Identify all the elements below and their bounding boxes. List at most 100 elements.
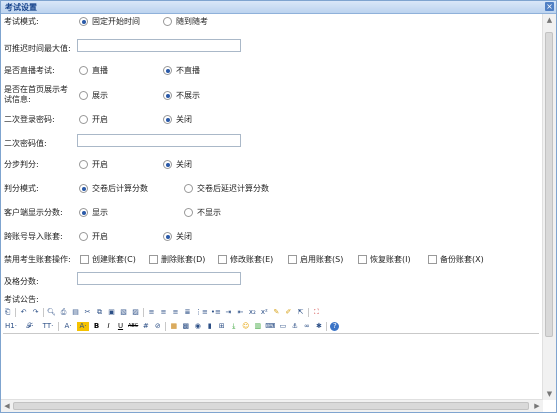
fullscreen-icon[interactable]: ⇱ xyxy=(296,308,305,317)
scroll-down-icon[interactable]: ▼ xyxy=(543,388,556,400)
checkbox-edit[interactable]: 修改账套(E) xyxy=(218,254,273,265)
media-icon[interactable]: ▮ xyxy=(205,322,214,331)
align-center-icon[interactable]: ≡ xyxy=(159,308,168,317)
radio-client-hide[interactable]: 不显示 xyxy=(184,207,221,218)
preview-icon[interactable]: 🔍︎ xyxy=(47,308,56,317)
label-announcement: 考试公告: xyxy=(4,295,39,304)
radio-label: 随到随考 xyxy=(176,17,208,26)
vertical-scrollbar[interactable]: ▲ ▼ xyxy=(542,14,556,400)
hilitecolor-icon[interactable]: A· xyxy=(77,321,89,331)
paste-text-icon[interactable]: ▧ xyxy=(119,308,128,317)
radio-grade-delayed[interactable]: 交卷后延迟计算分数 xyxy=(184,183,269,194)
vertical-scroll-thumb[interactable] xyxy=(545,32,553,337)
checkbox-delete[interactable]: 删除账套(D) xyxy=(149,254,205,265)
map-icon[interactable]: ▥ xyxy=(253,322,262,331)
line-height-icon[interactable]: # xyxy=(141,322,150,331)
radio-label: 不展示 xyxy=(176,91,200,100)
print-icon[interactable]: ⎙ xyxy=(59,308,68,317)
heading-icon[interactable]: H1· xyxy=(3,322,19,331)
strikethrough-icon[interactable]: ABC xyxy=(128,322,138,331)
radio-dot xyxy=(163,115,172,124)
radio-label: 直播 xyxy=(92,66,108,75)
radio-second-pwd-off[interactable]: 关闭 xyxy=(163,114,192,125)
checkbox-enable[interactable]: 启用账套(S) xyxy=(288,254,343,265)
outdent-icon[interactable]: ⇤ xyxy=(236,308,245,317)
radio-homepage-hide[interactable]: 不展示 xyxy=(163,90,200,101)
close-icon[interactable]: × xyxy=(545,2,554,11)
scroll-up-icon[interactable]: ▲ xyxy=(543,14,556,26)
copy-icon[interactable]: ⧉ xyxy=(95,308,104,317)
align-justify-icon[interactable]: ≣ xyxy=(183,308,192,317)
second-pwd-value-input[interactable] xyxy=(77,134,241,147)
radio-dot xyxy=(79,115,88,124)
multi-image-icon[interactable]: ▩ xyxy=(181,322,190,331)
checkbox-restore[interactable]: 恢复账套(I) xyxy=(358,254,411,265)
radio-grade-on-submit[interactable]: 交卷后计算分数 xyxy=(79,183,148,194)
radio-cross-off[interactable]: 关闭 xyxy=(163,231,192,242)
checkbox-box xyxy=(428,255,437,264)
checkbox-label: 恢复账套(I) xyxy=(370,255,411,264)
toolbar-separator xyxy=(326,321,328,331)
clear-format-icon[interactable]: ✎ xyxy=(272,308,281,317)
forecolor-icon[interactable]: A· xyxy=(62,322,74,331)
italic-icon[interactable]: I xyxy=(104,322,113,331)
special-char-icon[interactable]: ✱ xyxy=(314,322,323,331)
horizontal-scrollbar[interactable]: ◀ ▶ xyxy=(1,399,543,412)
link-icon[interactable]: ∞ xyxy=(302,322,311,331)
select-all-icon[interactable]: ✐ xyxy=(284,308,293,317)
checkbox-backup[interactable]: 备份账套(X) xyxy=(428,254,484,265)
template-icon[interactable]: ▤ xyxy=(71,308,80,317)
emotion-icon[interactable]: ☺ xyxy=(241,322,250,331)
scroll-right-icon[interactable]: ▶ xyxy=(531,400,543,412)
radio-live-off[interactable]: 不直播 xyxy=(163,65,200,76)
radio-client-show[interactable]: 显示 xyxy=(79,207,108,218)
code-icon[interactable]: ⌨ xyxy=(265,322,275,331)
image-icon[interactable]: ▦ xyxy=(169,322,178,331)
label-second-pwd-value: 二次密码值: xyxy=(4,139,47,148)
paste-word-icon[interactable]: ▨ xyxy=(131,308,140,317)
paste-icon[interactable]: ▣ xyxy=(107,308,116,317)
font-icon[interactable]: 𝓕· xyxy=(22,322,38,331)
font-size-icon[interactable]: TT· xyxy=(41,322,55,331)
indent-icon[interactable]: ⇥ xyxy=(224,308,233,317)
radio-second-pwd-on[interactable]: 开启 xyxy=(79,114,108,125)
anchor-icon[interactable]: ⚓ xyxy=(290,322,299,331)
radio-dot xyxy=(184,184,193,193)
radio-step-on[interactable]: 开启 xyxy=(79,159,108,170)
toolbar-separator xyxy=(43,307,44,317)
pagebreak-icon[interactable]: ▭ xyxy=(278,322,287,331)
radio-live-on[interactable]: 直播 xyxy=(79,65,108,76)
radio-step-off[interactable]: 关闭 xyxy=(163,159,192,170)
radio-homepage-show[interactable]: 展示 xyxy=(79,90,108,101)
row-exam-mode: 考试模式: 固定开始时间 随到随考 xyxy=(1,14,541,26)
align-right-icon[interactable]: ≡ xyxy=(171,308,180,317)
undo-icon[interactable]: ↶ xyxy=(19,308,28,317)
checkbox-create[interactable]: 创建账套(C) xyxy=(80,254,136,265)
scroll-left-icon[interactable]: ◀ xyxy=(1,400,13,412)
unordered-list-icon[interactable]: •≡ xyxy=(211,308,221,317)
cut-icon[interactable]: ✂ xyxy=(83,308,92,317)
ordered-list-icon[interactable]: ⋮≡ xyxy=(195,308,208,317)
radio-dot xyxy=(79,91,88,100)
bold-icon[interactable]: B xyxy=(92,322,101,331)
about-icon[interactable]: ? xyxy=(330,321,340,331)
radio-anytime[interactable]: 随到随考 xyxy=(163,16,208,27)
horizontal-scroll-thumb[interactable] xyxy=(13,402,529,410)
subscript-icon[interactable]: x₂ xyxy=(248,308,257,317)
maximize-icon[interactable]: ⛶ xyxy=(312,308,321,317)
max-delay-input[interactable] xyxy=(77,39,241,52)
redo-icon[interactable]: ↷ xyxy=(31,308,40,317)
announcement-editor[interactable] xyxy=(3,333,539,386)
underline-icon[interactable]: U xyxy=(116,322,125,331)
hr-icon[interactable]: ⤓ xyxy=(229,322,238,331)
radio-fixed-start[interactable]: 固定开始时间 xyxy=(79,16,140,27)
align-left-icon[interactable]: ≡ xyxy=(147,308,156,317)
table-icon[interactable]: ⊞ xyxy=(217,322,226,331)
pass-score-input[interactable] xyxy=(77,272,241,285)
source-icon[interactable]: ⎗ xyxy=(3,308,12,317)
radio-dot xyxy=(79,66,88,75)
remove-format-icon[interactable]: ⊘ xyxy=(153,322,162,331)
radio-cross-on[interactable]: 开启 xyxy=(79,231,108,242)
flash-icon[interactable]: ◉ xyxy=(193,322,202,331)
superscript-icon[interactable]: x² xyxy=(260,308,269,317)
